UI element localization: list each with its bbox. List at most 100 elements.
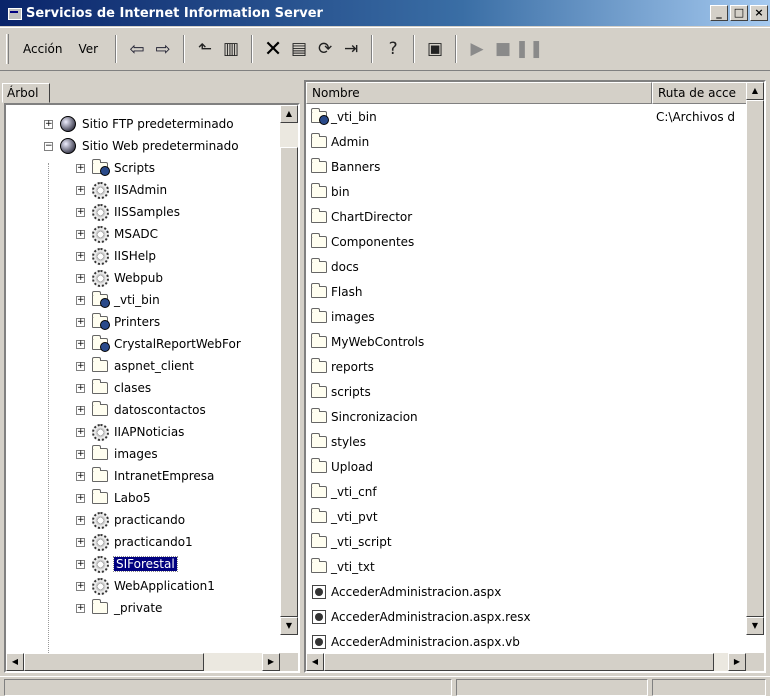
list-item[interactable]: MyWebControls xyxy=(310,331,748,353)
list-item[interactable]: _vti_pvt xyxy=(310,506,748,528)
list-item[interactable]: reports xyxy=(310,356,748,378)
expand-icon[interactable]: + xyxy=(76,449,85,459)
expand-icon[interactable]: + xyxy=(76,383,85,393)
tab-tree[interactable]: Árbol xyxy=(2,83,50,103)
tree-item[interactable]: + WebApplication1 xyxy=(76,575,215,597)
tree-item[interactable]: + IISAdmin xyxy=(76,179,167,201)
expand-icon[interactable]: + xyxy=(76,537,85,547)
maximize-button[interactable]: □ xyxy=(730,5,748,21)
stop-icon[interactable]: ■ xyxy=(490,36,516,62)
collapse-icon[interactable]: − xyxy=(44,141,53,151)
properties-icon[interactable]: ▤ xyxy=(286,36,312,62)
back-icon[interactable]: ⇦ xyxy=(124,36,150,62)
tree-item[interactable]: + Scripts xyxy=(76,157,155,179)
tree-view[interactable]: + Sitio FTP predeterminado − Sitio Web pred… xyxy=(6,105,282,653)
expand-icon[interactable]: + xyxy=(76,361,85,371)
tree-item[interactable]: + Printers xyxy=(76,311,160,333)
tree-item[interactable]: + _vti_bin xyxy=(76,289,160,311)
tree-item[interactable]: + MSADC xyxy=(76,223,158,245)
expand-icon[interactable]: + xyxy=(76,207,85,217)
tree-item[interactable]: + datoscontactos xyxy=(76,399,206,421)
refresh-icon[interactable]: ⟳ xyxy=(312,36,338,62)
scroll-left-icon[interactable]: ◀ xyxy=(306,653,324,671)
scroll-down-icon[interactable]: ▼ xyxy=(746,617,764,635)
list-item[interactable]: _vti_txt xyxy=(310,556,748,578)
expand-icon[interactable]: + xyxy=(76,229,85,239)
list-item[interactable]: _vti_cnf xyxy=(310,481,748,503)
list-item[interactable]: Componentes xyxy=(310,231,748,253)
expand-icon[interactable]: + xyxy=(76,295,85,305)
tree-item[interactable]: + Webpub xyxy=(76,267,163,289)
scroll-up-icon[interactable]: ▲ xyxy=(746,82,764,100)
list-item[interactable]: Upload xyxy=(310,456,748,478)
menu-action[interactable]: Acción xyxy=(17,39,68,59)
tree-item[interactable]: + IISHelp xyxy=(76,245,156,267)
list-item[interactable]: AccederAdministracion.aspx xyxy=(310,581,748,603)
list-horizontal-scrollbar[interactable]: ◀ ▶ xyxy=(306,653,746,671)
computer-icon[interactable]: ▣ xyxy=(422,36,448,62)
tree-item[interactable]: + CrystalReportWebFor xyxy=(76,333,241,355)
column-header-name[interactable]: Nombre xyxy=(306,82,652,104)
expand-icon[interactable]: + xyxy=(76,339,85,349)
expand-icon[interactable]: + xyxy=(76,185,85,195)
list-item[interactable]: Flash xyxy=(310,281,748,303)
expand-icon[interactable]: + xyxy=(76,515,85,525)
expand-icon[interactable]: + xyxy=(76,251,85,261)
tree-horizontal-scrollbar[interactable]: ◀ ▶ xyxy=(6,653,280,671)
expand-icon[interactable]: + xyxy=(76,427,85,437)
toolbar-grip[interactable] xyxy=(6,34,9,64)
list-vertical-scrollbar[interactable]: ▲ ▼ xyxy=(746,82,764,635)
tree-item[interactable]: + practicando1 xyxy=(76,531,193,553)
expand-icon[interactable]: + xyxy=(44,119,53,129)
export-icon[interactable]: ⇥ xyxy=(338,36,364,62)
show-tree-icon[interactable]: ▥ xyxy=(218,36,244,62)
list-item[interactable]: _vti_bin C:\Archivos d xyxy=(310,106,748,128)
scroll-up-icon[interactable]: ▲ xyxy=(280,105,298,123)
tree-item[interactable]: + images xyxy=(76,443,158,465)
list-item[interactable]: _vti_script xyxy=(310,531,748,553)
column-header-path[interactable]: Ruta de acce xyxy=(652,82,748,104)
tree-item[interactable]: + SIForestal xyxy=(76,553,178,575)
list-item[interactable]: images xyxy=(310,306,748,328)
list-item[interactable]: Banners xyxy=(310,156,748,178)
scroll-left-icon[interactable]: ◀ xyxy=(6,653,24,671)
help-icon[interactable]: ? xyxy=(380,36,406,62)
expand-icon[interactable]: + xyxy=(76,273,85,283)
tree-scroll-thumb[interactable] xyxy=(280,147,298,617)
scroll-right-icon[interactable]: ▶ xyxy=(262,653,280,671)
list-item[interactable]: Admin xyxy=(310,131,748,153)
list-item[interactable]: styles xyxy=(310,431,748,453)
expand-icon[interactable]: + xyxy=(76,471,85,481)
close-button[interactable]: × xyxy=(750,5,768,21)
up-folder-icon[interactable]: ⬑ xyxy=(192,36,218,62)
list-item[interactable]: docs xyxy=(310,256,748,278)
list-item[interactable]: ChartDirector xyxy=(310,206,748,228)
list-hscroll-thumb[interactable] xyxy=(324,653,714,671)
list-item[interactable]: scripts xyxy=(310,381,748,403)
expand-icon[interactable]: + xyxy=(76,317,85,327)
scroll-down-icon[interactable]: ▼ xyxy=(280,617,298,635)
tree-item[interactable]: + _private xyxy=(76,597,162,619)
forward-icon[interactable]: ⇨ xyxy=(150,36,176,62)
file-list[interactable]: _vti_bin C:\Archivos d Admin Banners bin Char… xyxy=(306,106,748,653)
tree-item[interactable]: − Sitio Web predeterminado xyxy=(44,135,239,157)
tree-item[interactable]: + clases xyxy=(76,377,151,399)
list-item[interactable]: Sincronizacion xyxy=(310,406,748,428)
tree-item[interactable]: + IntranetEmpresa xyxy=(76,465,214,487)
expand-icon[interactable]: + xyxy=(76,405,85,415)
expand-icon[interactable]: + xyxy=(76,163,85,173)
menu-view[interactable]: Ver xyxy=(72,39,104,59)
play-icon[interactable]: ▶ xyxy=(464,36,490,62)
tree-item[interactable]: + IISSamples xyxy=(76,201,180,223)
tree-item[interactable]: + Labo5 xyxy=(76,487,151,509)
tree-item[interactable]: + aspnet_client xyxy=(76,355,194,377)
list-item[interactable]: AccederAdministracion.aspx.vb xyxy=(310,631,748,653)
list-scroll-thumb[interactable] xyxy=(746,100,764,617)
expand-icon[interactable]: + xyxy=(76,603,85,613)
tree-hscroll-thumb[interactable] xyxy=(24,653,204,671)
tree-item[interactable]: + practicando xyxy=(76,509,185,531)
pause-icon[interactable]: ❚❚ xyxy=(515,36,544,62)
expand-icon[interactable]: + xyxy=(76,581,85,591)
list-item[interactable]: bin xyxy=(310,181,748,203)
expand-icon[interactable]: + xyxy=(76,559,85,569)
